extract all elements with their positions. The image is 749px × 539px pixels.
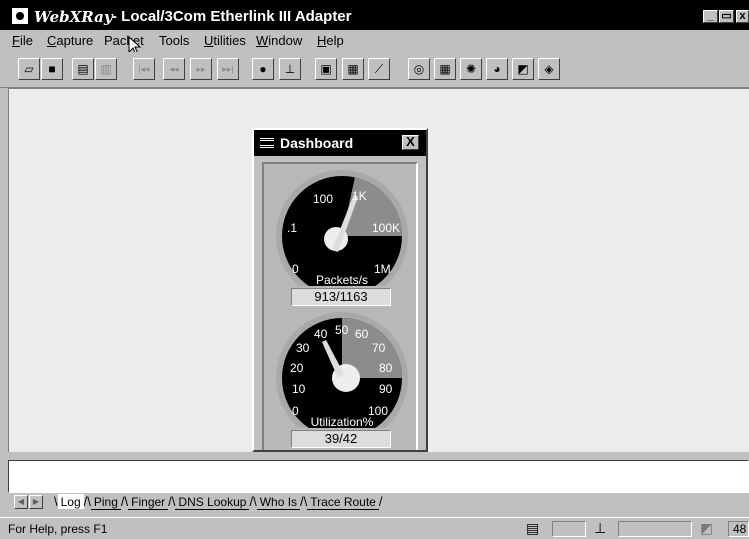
packets-scale-1m: 1M bbox=[374, 262, 391, 276]
menu-utilities[interactable]: Utilities bbox=[204, 33, 246, 48]
menu-file[interactable]: File bbox=[12, 33, 33, 48]
packets-scale-100: 100 bbox=[313, 192, 333, 206]
grip-icon bbox=[260, 138, 274, 148]
dashboard-icon[interactable]: ◎ bbox=[408, 58, 430, 80]
tab-ping[interactable]: Ping bbox=[90, 494, 121, 510]
filter-status-icon: ◩ bbox=[700, 520, 714, 536]
log-pane[interactable] bbox=[8, 460, 749, 493]
packets-scale-point-1: .1 bbox=[287, 221, 297, 235]
host-list-icon[interactable]: ▦ bbox=[342, 58, 364, 80]
menu-capture[interactable]: Capture bbox=[47, 33, 93, 48]
graph-icon[interactable]: ⟋ bbox=[368, 58, 390, 80]
save-icon[interactable]: ■ bbox=[41, 58, 63, 80]
settings-icon[interactable]: ✺ bbox=[460, 58, 482, 80]
open-icon[interactable]: ▱ bbox=[18, 58, 40, 80]
utilization-readout: 39/42 bbox=[291, 430, 391, 448]
packets-scale-100k: 100K bbox=[372, 221, 400, 235]
tab-who-is[interactable]: Who Is bbox=[256, 494, 301, 510]
utilization-gauge-label: Utilization% bbox=[311, 415, 374, 428]
packets-gauge-label: Packets/s bbox=[316, 273, 368, 286]
statistics-icon[interactable]: ▦ bbox=[434, 58, 456, 80]
dashboard-title: Dashboard bbox=[280, 135, 354, 151]
tab-scroll-left-icon[interactable]: ◀ bbox=[14, 495, 28, 509]
util-scale-20: 20 bbox=[290, 361, 304, 375]
tab-finger[interactable]: Finger bbox=[128, 494, 169, 510]
app-icon[interactable] bbox=[12, 8, 28, 24]
tab-strip: ◀ ▶ \ Log/\ Ping/\ Finger/\ DNS Lookup/\ Who … bbox=[0, 493, 749, 513]
status-bar: For Help, press F1 ▤ ⊥ ◩ 48 bbox=[0, 517, 749, 539]
tab-log[interactable]: Log bbox=[57, 494, 84, 509]
utilization-gauge: 0 10 20 30 40 50 60 70 80 90 100 Utiliza… bbox=[276, 312, 408, 428]
packets-scale-0: 0 bbox=[292, 262, 299, 276]
print-icon[interactable]: ▤ bbox=[72, 58, 94, 80]
util-scale-0: 0 bbox=[292, 404, 299, 418]
previous-icon[interactable]: ◂◂ bbox=[163, 58, 185, 80]
menu-window[interactable]: Window bbox=[256, 33, 302, 48]
window-title: - Local/3Com Etherlink III Adapter bbox=[112, 8, 352, 25]
util-scale-70: 70 bbox=[372, 341, 386, 355]
packets-gauge: 100 1K .1 100K 0 1M Packets/s bbox=[276, 170, 408, 286]
dashboard-close-button[interactable]: X bbox=[402, 135, 419, 150]
pie-chart-icon[interactable]: ◕ bbox=[486, 58, 508, 80]
minimize-button[interactable]: _ bbox=[703, 10, 718, 23]
packets-readout: 913/1163 bbox=[291, 288, 391, 306]
tab-scroll-right-icon[interactable]: ▶ bbox=[29, 495, 43, 509]
status-counter: 48 bbox=[728, 521, 749, 537]
title-bar: WebXRay - Local/3Com Etherlink III Adapt… bbox=[0, 0, 749, 30]
dashboard-window[interactable]: Dashboard X 100 1K .1 100K 0 1M Packets/… bbox=[252, 128, 428, 452]
status-panel-2 bbox=[618, 521, 692, 537]
util-scale-60: 60 bbox=[355, 327, 369, 341]
tabs: \ Log/\ Ping/\ Finger/\ DNS Lookup/\ Who Is/\… bbox=[54, 494, 383, 510]
first-icon[interactable]: |◂◂ bbox=[133, 58, 155, 80]
util-scale-30: 30 bbox=[296, 341, 310, 355]
dashboard-title-bar[interactable]: Dashboard X bbox=[254, 130, 426, 156]
capture-icon[interactable]: ● bbox=[252, 58, 274, 80]
util-scale-50: 50 bbox=[335, 323, 349, 337]
util-scale-40: 40 bbox=[314, 327, 328, 341]
dashboard-panel: 100 1K .1 100K 0 1M Packets/s 913/1163 0… bbox=[262, 162, 418, 450]
next-icon[interactable]: ▸▸ bbox=[190, 58, 212, 80]
host-table-icon[interactable]: ▣ bbox=[315, 58, 337, 80]
menu-bar: File Capture Packet Tools Utilities Wind… bbox=[0, 30, 749, 56]
printer-status-icon: ▤ bbox=[526, 520, 540, 536]
status-panel-1 bbox=[552, 521, 586, 537]
menu-tools[interactable]: Tools bbox=[159, 33, 189, 48]
util-scale-90: 90 bbox=[379, 382, 393, 396]
filter-icon[interactable]: ◩ bbox=[512, 58, 534, 80]
util-scale-10: 10 bbox=[292, 382, 306, 396]
print-preview-icon[interactable]: ▥ bbox=[95, 58, 117, 80]
tab-trace-route[interactable]: Trace Route bbox=[307, 494, 379, 510]
close-button[interactable]: x bbox=[736, 10, 749, 23]
maximize-button[interactable]: ▭ bbox=[719, 10, 734, 23]
adapter-status-icon: ⊥ bbox=[594, 520, 607, 536]
util-scale-80: 80 bbox=[379, 361, 393, 375]
tag-icon[interactable]: ◈ bbox=[538, 58, 560, 80]
adapter-icon[interactable]: ⊥ bbox=[279, 58, 301, 80]
toolbar: ▱ ■ ▤ ▥ |◂◂ ◂◂ ▸▸ ▸▸| ● ⊥ ▣ ▦ ⟋ ◎ ▦ ✺ ◕ … bbox=[0, 52, 749, 88]
app-name: WebXRay bbox=[34, 8, 113, 26]
last-icon[interactable]: ▸▸| bbox=[217, 58, 239, 80]
status-help-text: For Help, press F1 bbox=[8, 522, 108, 536]
menu-help[interactable]: Help bbox=[317, 33, 344, 48]
tab-dns-lookup[interactable]: DNS Lookup bbox=[175, 494, 250, 510]
packets-scale-1k: 1K bbox=[352, 189, 367, 203]
